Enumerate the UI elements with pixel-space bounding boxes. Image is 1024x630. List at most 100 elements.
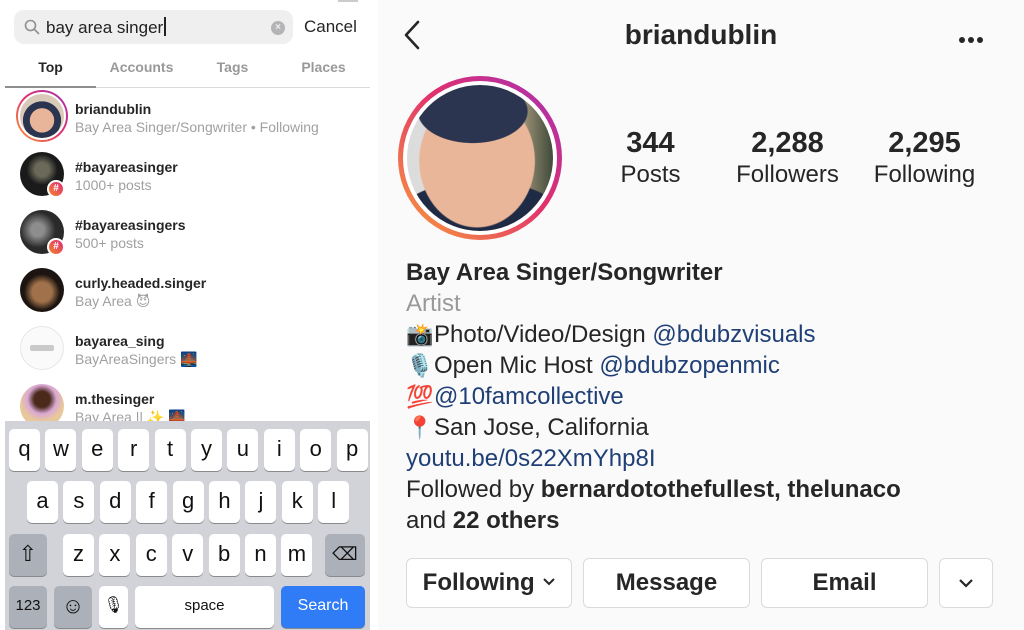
key-a[interactable]: a	[27, 481, 58, 523]
location-pin-icon: 📍	[406, 415, 434, 440]
search-result[interactable]: # #bayareasingers 500+ posts	[0, 206, 370, 264]
key-h[interactable]: h	[209, 481, 240, 523]
mention-link[interactable]: @10famcollective	[434, 383, 624, 410]
key-y[interactable]: y	[191, 429, 222, 471]
followed-by[interactable]: Followed by bernardotothefullest, thelun…	[406, 474, 1006, 505]
search-query: bay area singer	[46, 17, 166, 38]
on-screen-keyboard: qwertyuiop asdfghjkl zxcvbnm ⇧ ⌫ 123 ☺ 🎙…	[5, 421, 370, 630]
search-result[interactable]: bayarea_sing BayAreaSingers 🌉	[0, 322, 370, 380]
cancel-button[interactable]: Cancel	[304, 17, 357, 37]
key-w[interactable]: w	[45, 429, 77, 471]
profile-username-title: briandublin	[624, 19, 778, 50]
category-label: Artist	[406, 290, 461, 317]
following-button[interactable]: Following	[406, 558, 572, 608]
key-c[interactable]: c	[135, 534, 167, 576]
key-d[interactable]: d	[99, 481, 131, 523]
delete-key[interactable]: ⌫	[325, 534, 365, 576]
key-p[interactable]: p	[336, 429, 368, 471]
space-key[interactable]: space	[135, 586, 274, 628]
hundred-points-icon: 💯	[406, 384, 434, 409]
followed-by-others[interactable]: and 22 others	[406, 505, 1006, 536]
mention-link[interactable]: @bdubzvisuals	[652, 321, 815, 348]
microphone-key[interactable]: 🎙	[99, 586, 128, 628]
following-label: Following	[873, 161, 976, 188]
search-tabs: Top Accounts Tags Places	[5, 52, 370, 88]
search-result[interactable]: # #bayareasinger 1000+ posts	[0, 148, 370, 206]
key-n[interactable]: n	[245, 534, 276, 576]
result-subtitle: BayAreaSingers 🌉	[75, 351, 198, 367]
key-m[interactable]: m	[281, 534, 313, 576]
chevron-down-icon	[959, 579, 973, 588]
email-button[interactable]: Email	[761, 558, 928, 608]
key-e[interactable]: e	[81, 429, 113, 471]
more-options-icon[interactable]	[959, 30, 989, 43]
result-name: briandublin	[75, 101, 152, 117]
suggested-accounts-toggle[interactable]	[939, 558, 993, 608]
search-icon	[24, 19, 40, 35]
shift-key[interactable]: ⇧	[9, 534, 47, 576]
mention-link[interactable]: @bdubzopenmic	[599, 352, 779, 379]
key-q[interactable]: q	[9, 429, 40, 471]
key-z[interactable]: z	[63, 534, 94, 576]
microphone-icon: 🎙️	[406, 353, 434, 378]
camera-flash-icon: 📸	[406, 322, 434, 347]
key-k[interactable]: k	[281, 481, 313, 523]
tab-tags[interactable]: Tags	[187, 59, 278, 75]
search-result[interactable]: briandublin Bay Area Singer/Songwriter •…	[0, 90, 370, 148]
result-name: #bayareasinger	[75, 159, 178, 175]
posts-stat[interactable]: 344 Posts	[608, 126, 693, 190]
active-tab-indicator	[5, 86, 96, 88]
avatar	[20, 268, 64, 312]
key-r[interactable]: r	[118, 429, 150, 471]
avatar	[16, 90, 68, 142]
result-name: bayarea_sing	[75, 333, 165, 349]
result-subtitle: 500+ posts	[75, 235, 144, 251]
tab-top[interactable]: Top	[5, 59, 96, 75]
key-g[interactable]: g	[172, 481, 204, 523]
result-name: curly.headed.singer	[75, 275, 207, 291]
profile-avatar[interactable]	[398, 76, 562, 240]
result-name: m.thesinger	[75, 391, 155, 407]
key-b[interactable]: b	[208, 534, 240, 576]
location-text: San Jose, California	[434, 414, 649, 441]
message-button[interactable]: Message	[583, 558, 750, 608]
result-subtitle: 1000+ posts	[75, 177, 152, 193]
emoji-key[interactable]: ☺	[54, 586, 92, 628]
posts-count: 344	[626, 127, 675, 159]
bio-line: 🎙️Open Mic Host @bdubzopenmic	[406, 352, 780, 379]
tab-places[interactable]: Places	[278, 59, 369, 75]
following-count: 2,295	[888, 127, 961, 159]
key-t[interactable]: t	[154, 429, 186, 471]
hashtag-badge-icon: #	[47, 238, 65, 256]
bio-line: 📍San Jose, California	[406, 412, 1006, 443]
keyboard-search-key[interactable]: Search	[281, 586, 365, 628]
key-i[interactable]: i	[263, 429, 295, 471]
key-x[interactable]: x	[99, 534, 131, 576]
result-subtitle: Bay Area Singer/Songwriter • Following	[75, 119, 319, 135]
bio-line: 📸Photo/Video/Design @bdubzvisuals	[406, 321, 816, 348]
tab-accounts[interactable]: Accounts	[96, 59, 187, 75]
text-caret	[164, 17, 166, 36]
website-link[interactable]: youtu.be/0s22XmYhp8I	[406, 443, 1006, 474]
search-input[interactable]: bay area singer ×	[14, 10, 293, 44]
followers-stat[interactable]: 2,288 Followers	[730, 126, 845, 190]
following-stat[interactable]: 2,295 Following	[867, 126, 982, 190]
key-s[interactable]: s	[63, 481, 95, 523]
display-name: Bay Area Singer/Songwriter	[406, 259, 723, 286]
key-j[interactable]: j	[245, 481, 277, 523]
avatar	[20, 326, 64, 370]
profile-bio: Bay Area Singer/Songwriter Artist 📸Photo…	[406, 257, 1006, 536]
result-name: #bayareasingers	[75, 217, 186, 233]
followers-count: 2,288	[751, 127, 824, 159]
key-f[interactable]: f	[136, 481, 168, 523]
key-o[interactable]: o	[300, 429, 332, 471]
key-v[interactable]: v	[172, 534, 204, 576]
numbers-key[interactable]: 123	[9, 586, 47, 628]
bio-line: 💯@10famcollective	[406, 381, 1006, 412]
key-u[interactable]: u	[227, 429, 259, 471]
search-result[interactable]: curly.headed.singer Bay Area 😈	[0, 264, 370, 322]
key-l[interactable]: l	[318, 481, 350, 523]
followed-by-names: bernardotothefullest, thelunaco	[540, 476, 901, 503]
clear-search-icon[interactable]: ×	[271, 21, 285, 35]
posts-label: Posts	[620, 161, 681, 188]
